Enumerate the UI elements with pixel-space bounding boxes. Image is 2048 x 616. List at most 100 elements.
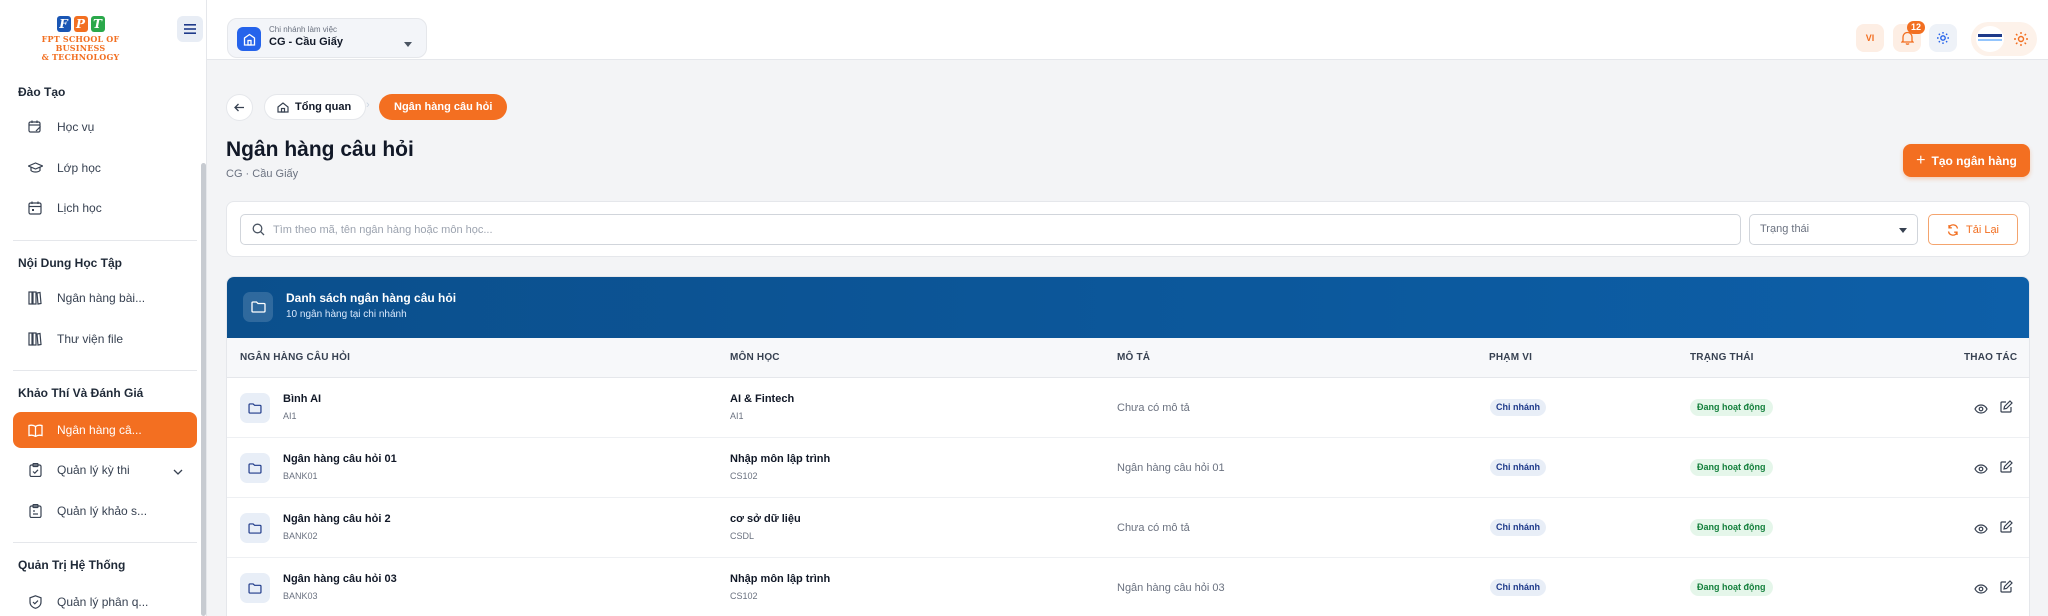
branch-label: Chi nhánh làm việc (269, 25, 338, 34)
breadcrumb-current[interactable]: Ngân hàng câu hỏi (379, 94, 508, 120)
section-title-noi-dung: Nội Dung Học Tập (18, 256, 122, 270)
subject-name: Nhập môn lập trình (730, 573, 831, 585)
table-header-band: Danh sách ngân hàng câu hỏi 10 ngân hàng… (227, 277, 2029, 338)
column-header-status: TRẠNG THÁI (1690, 352, 1754, 363)
sidebar-item-quan-ly-ky-thi[interactable]: Quản lý kỳ thi (13, 452, 197, 488)
menu-toggle-button[interactable] (177, 16, 203, 42)
sidebar-item-quan-ly-khao-sat[interactable]: Quản lý khảo s... (13, 493, 197, 529)
view-button[interactable] (1974, 521, 1988, 539)
sidebar-item-ngan-hang-bai[interactable]: Ngân hàng bài... (13, 280, 197, 316)
settings-button[interactable] (1929, 24, 1957, 52)
sidebar-divider (13, 370, 197, 371)
subject-name: cơ sở dữ liệu (730, 513, 801, 525)
page-title: Ngân hàng câu hỏi (226, 138, 414, 161)
view-button[interactable] (1974, 581, 1988, 599)
bank-code: BANK01 (283, 471, 318, 481)
sidebar-item-ngan-hang-cau-hoi[interactable]: Ngân hàng câ... (13, 412, 197, 448)
scope-badge: Chi nhánh (1490, 579, 1546, 596)
reload-button[interactable]: Tải Lại (1928, 214, 2018, 245)
table-row[interactable]: Bình AI AI1 AI & Fintech AI1 Chưa có mô … (227, 378, 2029, 438)
description: Ngân hàng câu hỏi 03 (1117, 582, 1225, 594)
status-select[interactable]: Trạng thái (1749, 214, 1918, 245)
status-badge: Đang hoạt động (1690, 579, 1773, 596)
column-header-description: MÔ TẢ (1117, 352, 1151, 363)
clipboard-check-icon (27, 462, 43, 478)
view-button[interactable] (1974, 461, 1988, 479)
breadcrumb-home-label: Tổng quan (295, 101, 352, 113)
sidebar-item-label: Ngân hàng bài... (57, 291, 146, 305)
branch-select[interactable]: Chi nhánh làm việc CG - Cầu Giấy (227, 18, 427, 58)
sidebar-item-thu-vien-file[interactable]: Thư viện file (13, 321, 197, 357)
chevron-down-icon[interactable] (173, 464, 183, 478)
subject-code: CS102 (730, 591, 758, 601)
logo-text: FPT SCHOOL OF BUSINESS & TECHNOLOGY (18, 35, 143, 62)
column-header-bank: NGÂN HÀNG CÂU HỎI (240, 352, 351, 363)
search-box[interactable] (240, 214, 1741, 245)
status-badge: Đang hoạt động (1690, 399, 1773, 416)
sidebar-item-label: Học vụ (57, 120, 95, 134)
description: Ngân hàng câu hỏi 01 (1117, 462, 1225, 474)
status-badge: Đang hoạt động (1690, 459, 1773, 476)
table-row[interactable]: Ngân hàng câu hỏi 03 BANK03 Nhập môn lập… (227, 558, 2029, 616)
sidebar-scrollbar[interactable] (201, 163, 206, 616)
subject-name: AI & Fintech (730, 393, 795, 405)
table-subtitle: 10 ngân hàng tại chi nhánh (286, 309, 407, 320)
bank-name: Ngân hàng câu hỏi 03 (283, 573, 397, 585)
subject-code: CS102 (730, 471, 758, 481)
sidebar-item-label: Quản lý khảo s... (57, 504, 148, 518)
sidebar-item-lop-hoc[interactable]: Lớp học (13, 150, 197, 186)
library-icon (27, 290, 43, 306)
caret-down-icon (404, 34, 412, 52)
sidebar-item-hoc-vu[interactable]: Học vụ (13, 109, 197, 145)
reload-label: Tải Lại (1965, 223, 2000, 236)
sidebar-item-quan-ly-phan-quyen[interactable]: Quản lý phân q... (13, 584, 197, 616)
scope-badge: Chi nhánh (1490, 459, 1546, 476)
edit-icon (2000, 400, 2013, 413)
description: Chưa có mô tả (1117, 402, 1190, 414)
sidebar: F P T FPT SCHOOL OF BUSINESS & TECHNOLOG… (0, 0, 207, 616)
hamburger-icon (184, 24, 196, 34)
table-row[interactable]: Ngân hàng câu hỏi 2 BANK02 cơ sở dữ liệu… (227, 498, 2029, 558)
topbar: Chi nhánh làm việc CG - Cầu Giấy VI 12 (207, 0, 2048, 60)
sidebar-item-lich-hoc[interactable]: Lịch học (13, 190, 197, 226)
sidebar-divider (13, 542, 197, 543)
refresh-icon (1947, 223, 1959, 236)
breadcrumb-home[interactable]: Tổng quan (264, 94, 367, 120)
edit-button[interactable] (2000, 400, 2013, 418)
bank-code: AI1 (283, 411, 297, 421)
gear-icon (1937, 32, 1949, 44)
eye-icon (1974, 464, 1988, 474)
sidebar-item-label: Ngân hàng câ... (57, 423, 142, 437)
sidebar-item-label: Thư viện file (57, 332, 124, 346)
logo-mark: F P T (18, 16, 143, 32)
folder-icon (243, 292, 273, 322)
language-switch[interactable]: VI (1856, 24, 1884, 52)
bank-code: BANK02 (283, 531, 318, 541)
edit-button[interactable] (2000, 580, 2013, 598)
shield-check-icon (27, 594, 43, 610)
edit-button[interactable] (2000, 460, 2013, 478)
create-bank-label: Tạo ngân hàng (1931, 153, 2017, 168)
calendar-icon (27, 200, 43, 216)
create-bank-button[interactable]: + Tạo ngân hàng (1903, 144, 2030, 177)
search-input[interactable] (273, 215, 1733, 244)
fpt-logo[interactable]: F P T FPT SCHOOL OF BUSINESS & TECHNOLOG… (18, 16, 143, 62)
calendar-edit-icon (27, 119, 43, 135)
scope-badge: Chi nhánh (1490, 399, 1546, 416)
clipboard-list-icon (27, 503, 43, 519)
building-icon (237, 27, 261, 51)
table-row[interactable]: Ngân hàng câu hỏi 01 BANK01 Nhập môn lập… (227, 438, 2029, 498)
edit-button[interactable] (2000, 520, 2013, 538)
folder-icon (240, 453, 270, 483)
page-subtitle: CG · Cầu Giấy (226, 168, 299, 180)
bank-name: Ngân hàng câu hỏi 01 (283, 453, 397, 465)
column-header-subject: MÔN HỌC (730, 352, 780, 363)
view-button[interactable] (1974, 401, 1988, 419)
branch-value: CG - Cầu Giấy (269, 36, 343, 48)
back-button[interactable] (226, 94, 253, 121)
question-bank-table: Danh sách ngân hàng câu hỏi 10 ngân hàng… (226, 276, 2030, 616)
section-title-quan-tri: Quản Trị Hệ Thống (18, 558, 126, 572)
profile-menu[interactable] (1971, 22, 2037, 56)
table-column-headers: NGÂN HÀNG CÂU HỎI MÔN HỌC MÔ TẢ PHẠM VI … (227, 338, 2029, 378)
edit-icon (2000, 580, 2013, 593)
